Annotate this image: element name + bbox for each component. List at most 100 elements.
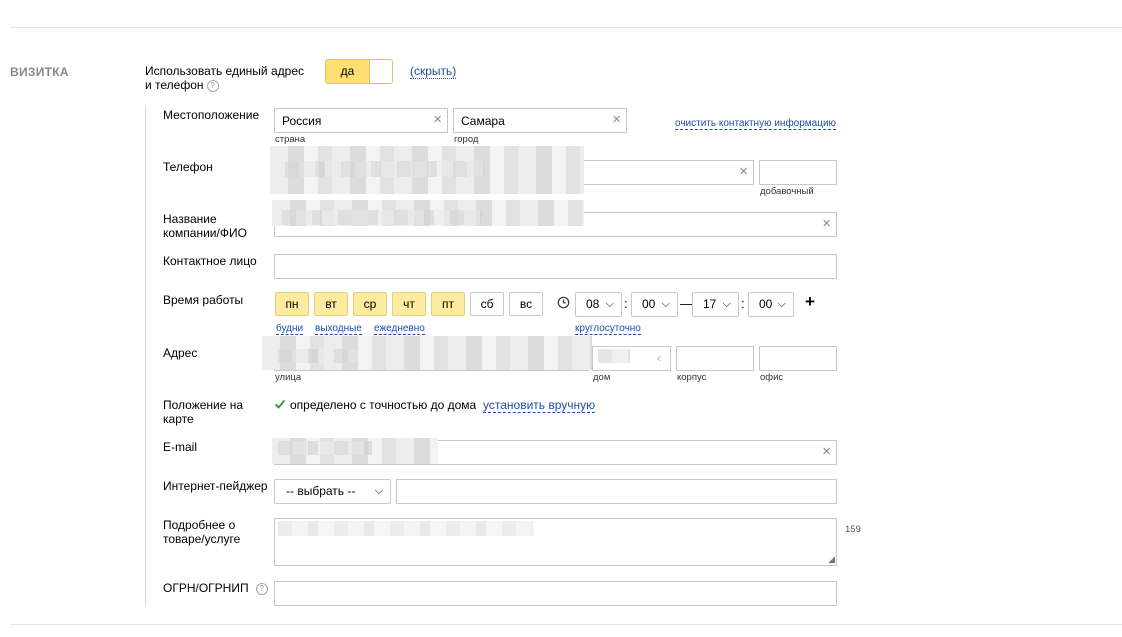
question-circle-icon[interactable]: ? [206,79,219,92]
resize-handle-icon[interactable]: ◢ [828,554,835,565]
pager-select[interactable]: -- выбрать -- ⌵ [274,479,391,504]
country-value: Россия [282,114,322,128]
building-input[interactable] [676,346,754,371]
to-min-value: 00 [759,297,773,311]
phone-ext-caption: добавочный [760,186,814,197]
section-title: ВИЗИТКА [10,65,69,79]
chevron-down-icon: ⌵ [722,298,731,310]
time-colon-1: : [624,296,628,311]
to-min-select[interactable]: 00 ⌵ [748,292,794,317]
hours-label: Время работы [163,293,244,307]
office-input[interactable] [759,346,837,371]
clear-contact-link-text[interactable]: очистить контактную информацию [675,118,837,130]
clock-icon [557,296,570,312]
to-hour-value: 17 [703,297,717,311]
city-value: Самара [461,114,505,128]
around-clock-link-text[interactable]: круглосуточно [575,323,641,335]
to-hour-select[interactable]: 17 ⌵ [692,292,739,317]
set-manual-link-text[interactable]: установить вручную [483,398,596,413]
daily-link[interactable]: ежедневно [374,320,425,335]
details-counter: 159 [845,524,861,535]
city-input[interactable]: Самара × [453,108,627,133]
day-sat[interactable]: сб [470,292,504,316]
email-label: E-mail [163,440,198,454]
question-circle-icon[interactable]: ? [255,582,268,595]
clear-city-icon[interactable]: × [612,112,621,128]
street-redacted-inner [278,349,358,363]
day-tue[interactable]: вт [314,292,348,316]
clear-company-icon[interactable]: × [822,216,831,232]
chevron-down-icon: ⌵ [374,485,383,497]
office-caption: офис [760,372,784,383]
house-redacted [598,349,630,363]
from-min-value: 00 [642,297,656,311]
company-label: Название компании/ФИО [163,212,247,240]
day-wed[interactable]: ср [353,292,387,316]
add-hours-button[interactable]: + [805,292,815,312]
map-status: определено с точностью до дома [290,398,477,412]
unified-label-line1: Использовать единый адрес [145,64,304,78]
email-redacted-inner [278,441,372,455]
hide-link-text[interactable]: (скрыть) [410,64,457,79]
map-label-line1: Положение на [163,398,244,412]
ogrn-label-text: ОГРН/ОГРНИП [163,581,249,595]
chevron-down-icon: ⌵ [605,298,614,310]
toggle-on-label: да [326,60,369,83]
unified-toggle[interactable]: да [325,59,393,84]
pager-input[interactable] [396,479,837,504]
clear-country-icon[interactable]: × [433,112,442,128]
chevron-down-icon: ⌵ [661,298,670,310]
details-redacted [278,521,533,536]
unified-label-line2: и телефон [145,78,204,92]
street-caption: улица [275,372,302,383]
weekdays-link-text[interactable]: будни [276,323,304,335]
around-clock-link[interactable]: круглосуточно [575,320,641,335]
chevron-left-icon: ‹ [657,351,661,365]
pager-select-value: -- выбрать -- [286,484,356,498]
toggle-off-part[interactable] [369,60,392,83]
country-input[interactable]: Россия × [274,108,448,133]
day-mon[interactable]: пн [275,292,309,316]
time-colon-2: : [741,296,745,311]
hide-link[interactable]: (скрыть) [410,64,457,79]
day-thu[interactable]: чт [392,292,426,316]
weekend-link[interactable]: выходные [315,320,362,335]
set-manual-link[interactable]: установить вручную [483,398,596,413]
pager-label: Интернет-пейджер [163,479,268,493]
contact-label: Контактное лицо [163,254,257,268]
address-label: Адрес [163,346,198,360]
phone-label: Телефон [163,160,213,174]
ogrn-input[interactable] [274,581,837,606]
country-caption: страна [275,134,306,145]
location-label: Местоположение [163,108,260,122]
company-redacted-inner [282,210,482,225]
top-divider [10,27,1122,28]
company-label-line1: Название [163,212,217,226]
phone-redacted-inner [285,161,485,177]
details-label: Подробнее о товаре/услуге [163,518,240,546]
form-indent-line [145,106,146,606]
map-label: Положение на карте [163,398,243,426]
map-label-line2: карте [163,412,194,426]
ogrn-label: ОГРН/ОГРНИП? [163,581,268,595]
contact-input[interactable] [274,254,837,279]
daily-link-text[interactable]: ежедневно [374,323,425,335]
weekend-link-text[interactable]: выходные [315,323,362,335]
day-fri[interactable]: пт [431,292,465,316]
day-sun[interactable]: вс [509,292,543,316]
from-hour-select[interactable]: 08 ⌵ [575,292,622,317]
phone-ext-input[interactable] [759,160,837,185]
clear-email-icon[interactable]: × [822,444,831,460]
company-label-line2: компании/ФИО [163,226,247,240]
weekdays-link[interactable]: будни [276,320,304,335]
clear-contact-link[interactable]: очистить контактную информацию [675,115,837,130]
checkmark-icon [274,398,286,413]
details-label-line2: товаре/услуге [163,532,241,546]
chevron-down-icon: ⌵ [777,298,786,310]
from-hour-value: 08 [586,297,600,311]
clear-phone-icon[interactable]: × [739,164,748,180]
from-min-select[interactable]: 00 ⌵ [631,292,678,317]
city-caption: город [454,134,479,145]
building-caption: корпус [677,372,707,383]
details-label-line1: Подробнее о [163,518,236,532]
